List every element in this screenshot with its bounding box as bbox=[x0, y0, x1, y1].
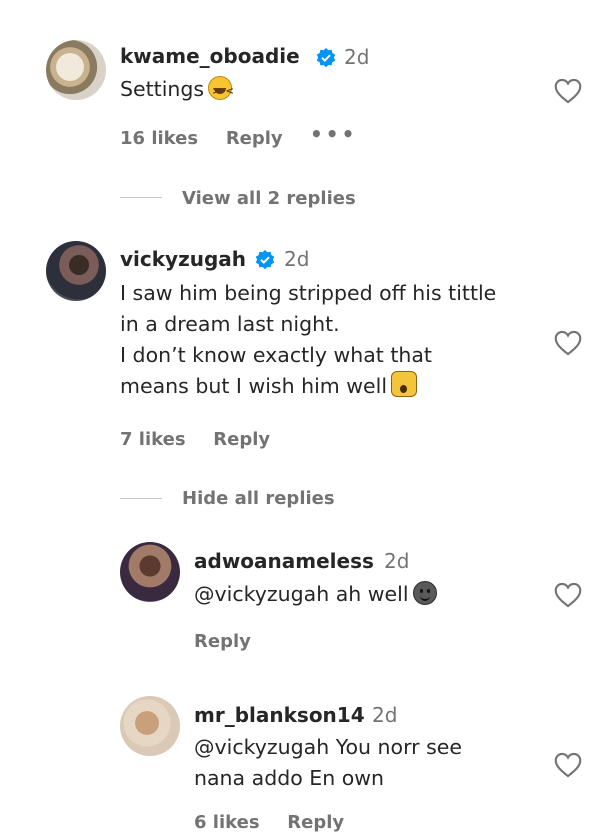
dark-face-emoji-icon bbox=[412, 581, 437, 605]
likes-count[interactable]: 7 likes bbox=[120, 429, 186, 450]
avatar[interactable] bbox=[46, 241, 106, 301]
comment-meta: 7 likes Reply bbox=[120, 429, 270, 450]
verified-badge-icon bbox=[255, 250, 275, 270]
reply-time: 2d bbox=[372, 703, 398, 727]
reply-button[interactable]: Reply bbox=[213, 429, 270, 450]
reply-username[interactable]: adwoanameless bbox=[194, 549, 374, 573]
comment-time: 2d bbox=[344, 45, 370, 69]
reply-time: 2d bbox=[384, 549, 410, 573]
avatar[interactable] bbox=[46, 40, 106, 100]
avatar[interactable] bbox=[120, 542, 180, 602]
like-heart-icon[interactable] bbox=[554, 78, 582, 104]
comment-time: 2d bbox=[284, 247, 310, 271]
reply-button[interactable]: Reply bbox=[194, 631, 251, 652]
hide-replies-button[interactable]: Hide all replies bbox=[182, 488, 335, 509]
reply-text-content: @vickyzugah ah well bbox=[194, 582, 409, 606]
likes-count[interactable]: 16 likes bbox=[120, 128, 198, 149]
reply-meta: Reply bbox=[194, 631, 251, 652]
comment-text: Settings bbox=[120, 74, 239, 107]
like-heart-icon[interactable] bbox=[554, 582, 582, 608]
reply-button[interactable]: Reply bbox=[226, 128, 283, 149]
thread-line bbox=[120, 197, 162, 198]
reply-text-line: nana addo En own bbox=[194, 766, 385, 790]
comment-text-line: means but I wish him well bbox=[120, 374, 388, 398]
reply-button[interactable]: Reply bbox=[287, 812, 344, 833]
comment-text: I saw him being stripped off his tittle … bbox=[120, 278, 496, 402]
comment-username[interactable]: vickyzugah bbox=[120, 247, 246, 271]
reply-text: @vickyzugah ah well bbox=[194, 579, 437, 610]
avatar[interactable] bbox=[120, 696, 180, 756]
more-options-icon[interactable]: ••• bbox=[310, 122, 357, 146]
like-heart-icon[interactable] bbox=[554, 752, 582, 778]
reply-text-line: @vickyzugah You norr see bbox=[194, 735, 463, 759]
reply-meta: 6 likes Reply bbox=[194, 812, 344, 833]
comment-text-line: I saw him being stripped off his tittle bbox=[120, 281, 497, 305]
face-screaming-emoji-icon bbox=[391, 371, 418, 397]
comment-text-content: Settings bbox=[120, 77, 205, 101]
comment-meta: 16 likes Reply bbox=[120, 128, 283, 149]
reply-text: @vickyzugah You norr see nana addo En ow… bbox=[194, 732, 462, 794]
laughing-emoji-icon bbox=[208, 76, 239, 107]
view-replies-button[interactable]: View all 2 replies bbox=[182, 188, 356, 209]
comment-text-line: in a dream last night. bbox=[120, 312, 340, 336]
like-heart-icon[interactable] bbox=[554, 330, 582, 356]
likes-count[interactable]: 6 likes bbox=[194, 812, 260, 833]
comment-username[interactable]: kwame_oboadie bbox=[120, 44, 300, 68]
comment-text-line: I don’t know exactly what that bbox=[120, 343, 432, 367]
verified-badge-icon bbox=[316, 48, 336, 68]
reply-username[interactable]: mr_blankson14 bbox=[194, 703, 365, 727]
thread-line bbox=[120, 498, 162, 499]
